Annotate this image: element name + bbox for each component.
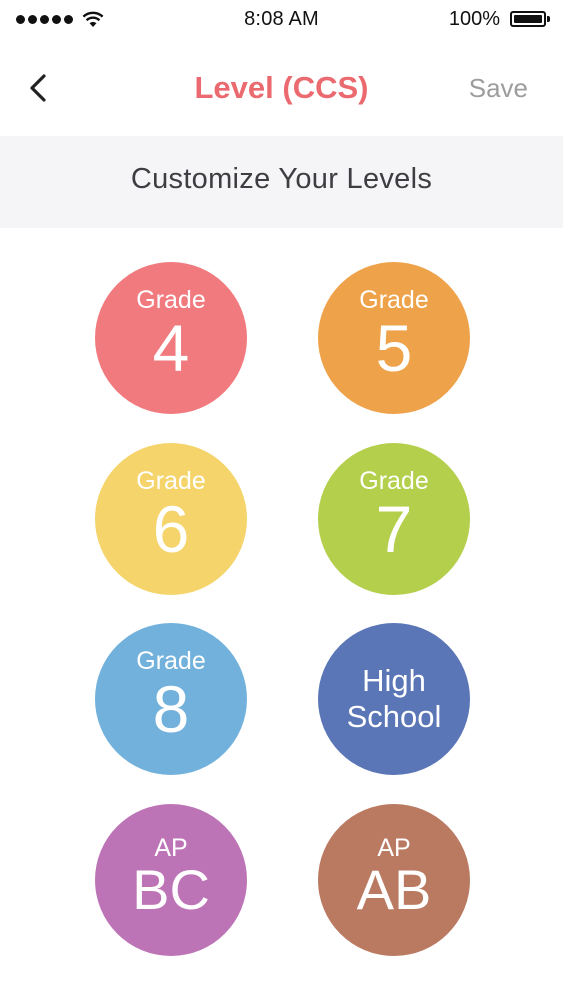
battery-percent: 100% (448, 8, 500, 30)
save-button[interactable]: Save (469, 73, 528, 104)
level-high-school-button[interactable]: High School (318, 623, 470, 775)
level-value: 4 (152, 311, 190, 385)
level-grade-5-button[interactable]: Grade 5 (318, 262, 470, 414)
level-ap-ab-button[interactable]: AP AB (318, 804, 470, 956)
level-line-1: High (362, 663, 426, 698)
nav-bar: Level (CCS) Save (0, 40, 563, 136)
section-header: Customize Your Levels (0, 136, 563, 228)
level-caption: Grade (359, 286, 429, 314)
level-grade-4-button[interactable]: Grade 4 (95, 262, 247, 414)
level-value: 6 (152, 492, 190, 566)
level-value: 8 (152, 672, 190, 746)
level-caption: Grade (136, 647, 206, 675)
level-value: 7 (375, 492, 413, 566)
level-grade-8-button[interactable]: Grade 8 (95, 623, 247, 775)
level-value: AB (356, 858, 432, 921)
level-caption: Grade (136, 467, 206, 495)
battery-icon (510, 11, 550, 27)
level-grade-6-button[interactable]: Grade 6 (95, 443, 247, 595)
section-title: Customize Your Levels (130, 163, 433, 195)
level-value: 5 (375, 311, 413, 385)
level-caption: Grade (136, 286, 206, 314)
status-bar: 8:08 AM 100% (0, 0, 563, 40)
level-caption: Grade (359, 467, 429, 495)
level-line-2: School (346, 699, 442, 734)
level-ap-bc-button[interactable]: AP BC (95, 804, 247, 956)
level-value: BC (132, 858, 210, 921)
level-grade-7-button[interactable]: Grade 7 (318, 443, 470, 595)
